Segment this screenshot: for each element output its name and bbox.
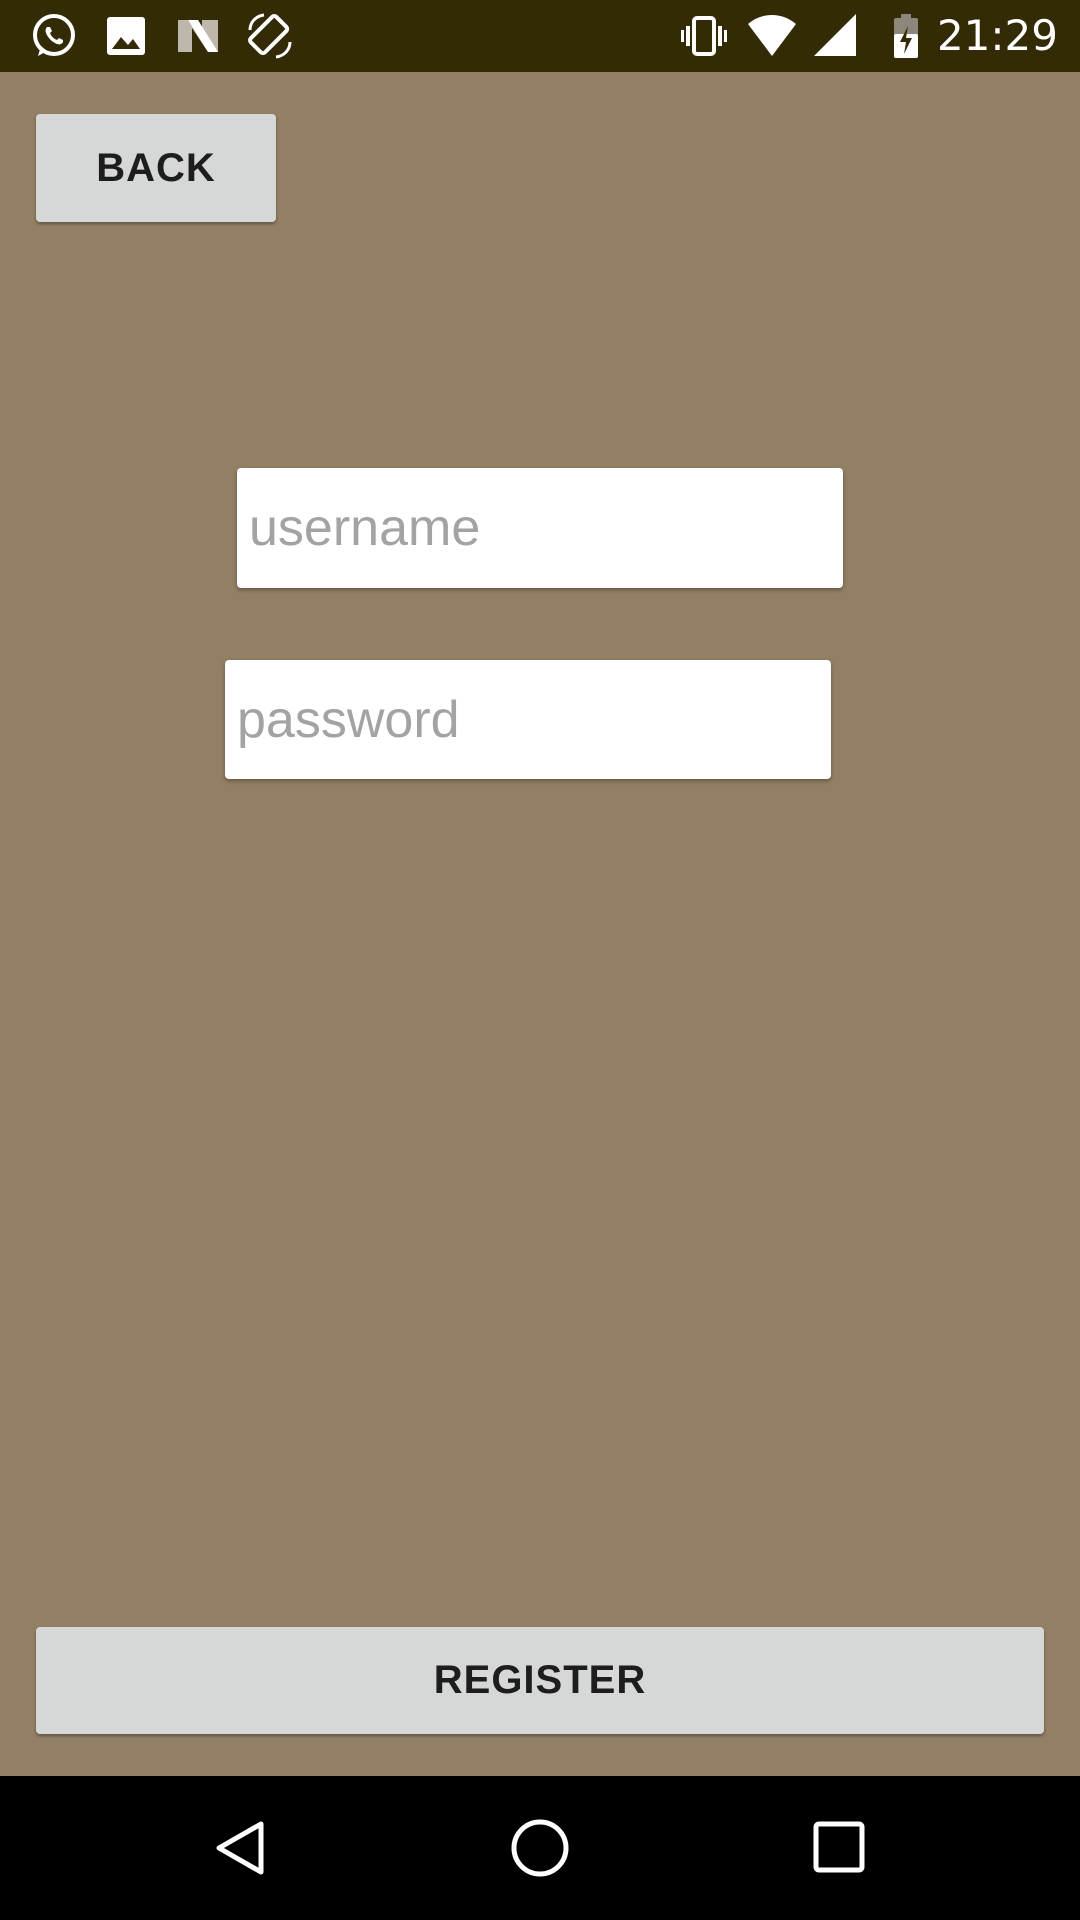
nav-home-icon[interactable] bbox=[504, 1812, 576, 1884]
battery-charging-icon bbox=[882, 12, 930, 60]
back-button[interactable]: BACK bbox=[36, 114, 276, 222]
register-button[interactable]: REGISTER bbox=[36, 1627, 1044, 1734]
wifi-icon bbox=[748, 12, 796, 60]
cellular-signal-icon bbox=[812, 12, 860, 60]
gallery-icon bbox=[102, 12, 150, 60]
password-field[interactable] bbox=[225, 660, 831, 779]
screen-rotation-icon bbox=[246, 12, 294, 60]
whatsapp-icon bbox=[30, 12, 78, 60]
status-time: 21:29 bbox=[936, 11, 1058, 60]
nav-back-icon[interactable] bbox=[205, 1812, 277, 1884]
username-field[interactable] bbox=[237, 468, 843, 588]
n-logo-icon bbox=[174, 12, 222, 60]
navigation-bar bbox=[0, 1776, 1080, 1920]
nav-recents-icon[interactable] bbox=[804, 1812, 876, 1884]
app-screen: 21:29 BACK REGISTER bbox=[0, 0, 1080, 1920]
vibrate-icon bbox=[680, 12, 728, 60]
status-bar: 21:29 bbox=[0, 0, 1080, 72]
